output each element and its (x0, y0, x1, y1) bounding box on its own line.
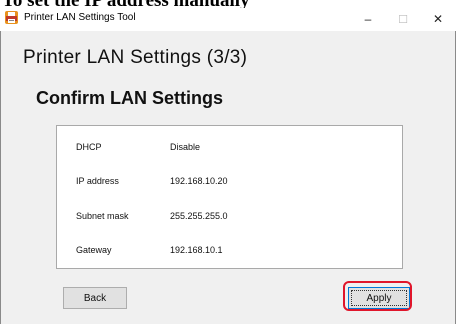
window-title: Printer LAN Settings Tool (24, 12, 136, 23)
maximize-icon: ☐ (398, 13, 408, 26)
settings-row: Subnet mask 255.255.255.0 (57, 210, 402, 224)
maximize-button[interactable]: ☐ (385, 8, 421, 30)
page-title: Printer LAN Settings (3/3) (23, 47, 248, 68)
settings-row: DHCP Disable (57, 141, 402, 155)
minimize-button[interactable]: – (350, 8, 386, 30)
printer-app-icon (5, 11, 18, 24)
apply-highlight-annotation (343, 281, 412, 311)
title-bar[interactable]: Printer LAN Settings Tool – ☐ ✕ (0, 8, 456, 31)
setting-value-dhcp: Disable (170, 142, 201, 152)
section-title: Confirm LAN Settings (36, 88, 223, 108)
setting-value-ip-address: 192.168.10.20 (170, 176, 228, 186)
setting-value-gateway: 192.168.10.1 (170, 245, 223, 255)
setting-label-subnet-mask: Subnet mask (76, 211, 129, 221)
app-window: Printer LAN Settings Tool – ☐ ✕ Printer … (0, 8, 456, 324)
close-button[interactable]: ✕ (420, 8, 456, 30)
back-button[interactable]: Back (63, 287, 127, 309)
setting-label-gateway: Gateway (76, 245, 112, 255)
settings-panel: DHCP Disable IP address 192.168.10.20 Su… (56, 125, 403, 269)
settings-row: Gateway 192.168.10.1 (57, 244, 402, 258)
setting-label-dhcp: DHCP (76, 142, 102, 152)
settings-row: IP address 192.168.10.20 (57, 175, 402, 189)
setting-label-ip-address: IP address (76, 176, 119, 186)
setting-value-subnet-mask: 255.255.255.0 (170, 211, 228, 221)
